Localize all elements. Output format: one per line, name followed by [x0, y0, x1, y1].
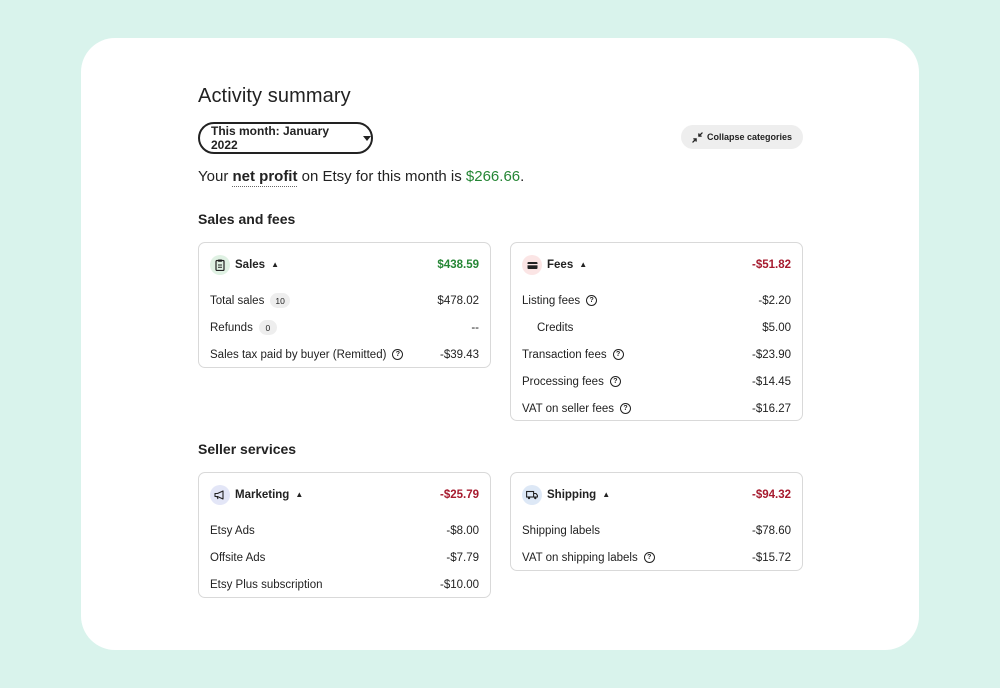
row-value: $5.00 — [762, 321, 791, 334]
sales-total: $438.59 — [437, 259, 479, 271]
fees-card-title: Fees — [547, 259, 574, 271]
section-title-sales-and-fees: Sales and fees — [198, 211, 296, 227]
row-label: Refunds — [210, 321, 253, 334]
sales-card: Sales ▲ $438.59 Total sales 10 $478.02 R… — [198, 242, 491, 368]
row-label: Listing fees — [522, 294, 581, 307]
row-value: -$15.72 — [751, 551, 791, 564]
row-label: Credits — [537, 321, 574, 334]
row-value: -$7.79 — [446, 551, 479, 564]
help-icon[interactable]: ? — [609, 376, 621, 387]
activity-summary-panel: Activity summary This month: January 202… — [81, 38, 919, 650]
caret-down-icon — [363, 135, 371, 141]
help-icon[interactable]: ? — [620, 403, 632, 414]
sales-card-header[interactable]: Sales ▲ $438.59 — [199, 243, 490, 287]
marketing-card: Marketing ▲ -$25.79 Etsy Ads -$8.00 Offs… — [198, 472, 491, 598]
collapse-arrows-icon — [692, 131, 703, 143]
row-label: Etsy Plus subscription — [210, 578, 323, 591]
clipboard-icon — [210, 255, 230, 275]
profit-middle-text: on Etsy for this month is — [301, 168, 462, 185]
sales-row-refunds: Refunds 0 -- — [199, 314, 490, 341]
row-value: -$10.00 — [439, 578, 479, 591]
marketing-card-title: Marketing — [235, 489, 290, 501]
row-value: -$8.00 — [446, 524, 479, 537]
fees-card-header[interactable]: Fees ▲ -$51.82 — [511, 243, 802, 287]
row-label: Sales tax paid by buyer (Remitted) — [210, 348, 387, 361]
shipping-total: -$94.32 — [751, 489, 791, 501]
fees-row-processing: Processing fees ? -$14.45 — [511, 368, 802, 395]
chevron-up-icon[interactable]: ▲ — [602, 490, 610, 499]
wallet-icon — [522, 255, 542, 275]
fees-row-vat: VAT on seller fees ? -$16.27 — [511, 395, 802, 422]
net-profit-term[interactable]: net profit — [232, 168, 298, 187]
profit-prefix: Your — [198, 168, 229, 185]
fees-card: Fees ▲ -$51.82 Listing fees ? -$2.20 Cre… — [510, 242, 803, 421]
shipping-card-title: Shipping — [547, 489, 597, 501]
net-profit-amount: $266.66 — [465, 168, 521, 185]
sales-card-title: Sales — [235, 259, 266, 271]
shipping-row-labels: Shipping labels -$78.60 — [511, 517, 802, 544]
row-value: -$39.43 — [439, 348, 479, 361]
sales-row-sales-tax: Sales tax paid by buyer (Remitted) ? -$3… — [199, 341, 490, 368]
marketing-card-header[interactable]: Marketing ▲ -$25.79 — [199, 473, 490, 517]
row-label: Etsy Ads — [210, 524, 255, 537]
delivery-truck-icon — [522, 485, 542, 505]
help-icon[interactable]: ? — [643, 552, 655, 563]
row-value: -$78.60 — [751, 524, 791, 537]
profit-suffix: . — [520, 168, 525, 185]
row-label: Shipping labels — [522, 524, 601, 537]
chevron-up-icon[interactable]: ▲ — [271, 260, 279, 269]
help-icon[interactable]: ? — [612, 349, 624, 360]
section-title-seller-services: Seller services — [198, 441, 297, 457]
row-value: -$23.90 — [751, 348, 791, 361]
marketing-row-etsy-plus: Etsy Plus subscription -$10.00 — [199, 571, 490, 598]
row-label: VAT on seller fees — [522, 402, 615, 415]
fees-row-credits: Credits $5.00 — [511, 314, 802, 341]
fees-total: -$51.82 — [751, 259, 791, 271]
row-value: -$14.45 — [751, 375, 791, 388]
net-profit-summary: Your net profit on Etsy for this month i… — [198, 168, 525, 187]
collapse-categories-button[interactable]: Collapse categories — [681, 125, 803, 149]
row-value: -- — [471, 321, 479, 334]
chevron-up-icon[interactable]: ▲ — [295, 490, 303, 499]
row-label: Offsite Ads — [210, 551, 266, 564]
row-value: -$16.27 — [751, 402, 791, 415]
row-label: Total sales — [210, 294, 265, 307]
row-value: $478.02 — [437, 294, 479, 307]
row-label: Processing fees — [522, 375, 604, 388]
marketing-row-offsite-ads: Offsite Ads -$7.79 — [199, 544, 490, 571]
megaphone-icon — [210, 485, 230, 505]
row-label: Transaction fees — [522, 348, 607, 361]
row-label: VAT on shipping labels — [522, 551, 638, 564]
marketing-row-etsy-ads: Etsy Ads -$8.00 — [199, 517, 490, 544]
month-selector-button[interactable]: This month: January 2022 — [198, 122, 373, 154]
sales-row-total-sales: Total sales 10 $478.02 — [199, 287, 490, 314]
marketing-total: -$25.79 — [439, 489, 479, 501]
page-title: Activity summary — [198, 85, 351, 107]
shipping-row-vat: VAT on shipping labels ? -$15.72 — [511, 544, 802, 571]
fees-row-listing: Listing fees ? -$2.20 — [511, 287, 802, 314]
count-badge: 0 — [258, 320, 277, 335]
shipping-card: Shipping ▲ -$94.32 Shipping labels -$78.… — [510, 472, 803, 571]
fees-row-transaction: Transaction fees ? -$23.90 — [511, 341, 802, 368]
collapse-categories-label: Collapse categories — [706, 132, 793, 142]
month-selector-label: This month: January 2022 — [211, 124, 330, 152]
shipping-card-header[interactable]: Shipping ▲ -$94.32 — [511, 473, 802, 517]
row-value: -$2.20 — [758, 294, 791, 307]
count-badge: 10 — [270, 293, 290, 308]
help-icon[interactable]: ? — [586, 295, 598, 306]
chevron-up-icon[interactable]: ▲ — [579, 260, 587, 269]
help-icon[interactable]: ? — [392, 349, 404, 360]
